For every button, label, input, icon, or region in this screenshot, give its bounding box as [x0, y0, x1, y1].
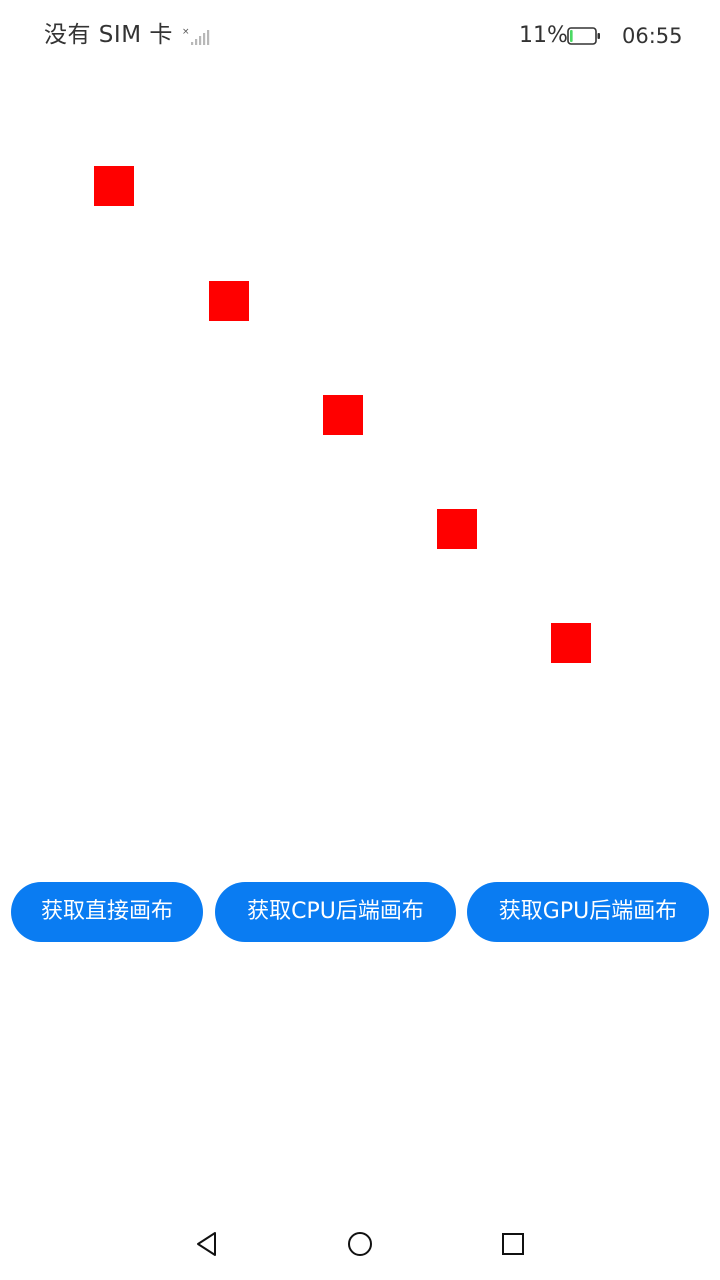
clock: 06:55: [622, 24, 683, 48]
back-triangle-icon[interactable]: [194, 1230, 220, 1258]
svg-text:×: ×: [182, 27, 190, 37]
red-square-2: [209, 281, 249, 321]
red-square-1: [94, 166, 134, 206]
status-bar: 没有 SIM 卡 × 11% 06:55: [0, 0, 720, 72]
red-square-5: [551, 623, 591, 663]
battery-percent: 11%: [519, 23, 568, 48]
get-direct-canvas-button[interactable]: 获取直接画布: [11, 882, 203, 942]
navigation-bar: [0, 1208, 720, 1280]
recent-apps-square-icon[interactable]: [501, 1232, 525, 1256]
get-cpu-canvas-button[interactable]: 获取CPU后端画布: [215, 882, 456, 942]
red-square-4: [437, 509, 477, 549]
carrier-label: 没有 SIM 卡: [44, 22, 173, 48]
home-circle-icon[interactable]: [347, 1231, 373, 1257]
battery-low-icon: [567, 27, 600, 45]
red-square-3: [323, 395, 363, 435]
signal-no-sim-icon: ×: [182, 27, 210, 45]
drawing-canvas: [0, 72, 720, 812]
app-screen: 没有 SIM 卡 × 11% 06:55 获取直接画布 获取CPU后端画布 获取…: [0, 0, 720, 1280]
get-gpu-canvas-button[interactable]: 获取GPU后端画布: [467, 882, 709, 942]
